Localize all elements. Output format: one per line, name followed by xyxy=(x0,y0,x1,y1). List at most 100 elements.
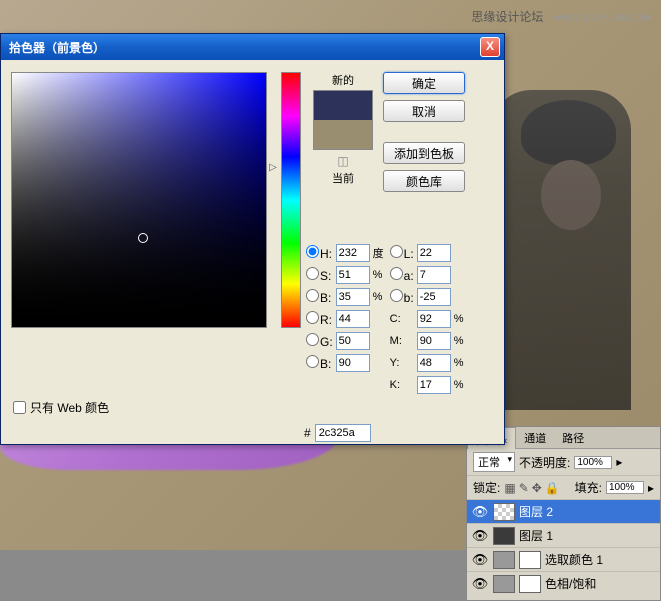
layer-item[interactable]: 👁 色相/饱和 xyxy=(467,572,660,595)
color-values-grid: H: 度 L: S: % a: B: % b: R: C: % G: M: % … xyxy=(306,244,468,394)
photo-person xyxy=(491,90,631,410)
layer-name: 图层 2 xyxy=(519,503,553,520)
r-radio[interactable] xyxy=(306,311,319,324)
m-input[interactable] xyxy=(417,332,451,350)
layer-thumb[interactable] xyxy=(493,527,515,545)
mask-thumb[interactable] xyxy=(519,575,541,593)
r-label[interactable]: R: xyxy=(306,311,333,327)
l-radio[interactable] xyxy=(390,245,403,258)
hue-marker-icon[interactable]: ▷ xyxy=(269,162,277,173)
b-lab-label[interactable]: b: xyxy=(390,289,414,305)
layer-name: 色相/饱和 xyxy=(545,575,596,592)
web-only-input[interactable] xyxy=(13,401,26,414)
fill-input[interactable] xyxy=(606,481,644,494)
b-rgb-input[interactable] xyxy=(336,354,370,372)
y-input[interactable] xyxy=(417,354,451,372)
mask-thumb[interactable] xyxy=(519,551,541,569)
add-swatch-button[interactable]: 添加到色板 xyxy=(383,142,465,164)
eye-icon[interactable]: 👁 xyxy=(471,552,489,568)
eye-icon[interactable]: 👁 xyxy=(471,504,489,520)
eye-icon[interactable]: 👁 xyxy=(471,576,489,592)
dialog-title: 拾色器（前景色） xyxy=(9,39,105,56)
watermark: 思缘设计论坛 WWW.MISSYUAN.COM xyxy=(471,8,651,25)
layers-panel: 图层× 通道 路径 正常 不透明度: ▸ 锁定: ▦ ✎ ✥ 🔒 填充: ▸ 👁… xyxy=(466,426,661,601)
lock-icons: ▦ ✎ ✥ 🔒 xyxy=(504,481,559,495)
layer-name: 选取颜色 1 xyxy=(545,551,603,568)
hex-input[interactable] xyxy=(315,424,371,442)
layer-thumb[interactable] xyxy=(493,503,515,521)
l-label[interactable]: L: xyxy=(390,245,414,261)
b-lab-radio[interactable] xyxy=(390,289,403,302)
layer-item[interactable]: 👁 选取颜色 1 xyxy=(467,548,660,572)
cube-icon[interactable]: ◫ xyxy=(337,154,348,168)
eye-icon[interactable]: 👁 xyxy=(471,528,489,544)
s-radio[interactable] xyxy=(306,267,319,280)
color-field-gradient xyxy=(12,73,266,327)
preview-current-color[interactable] xyxy=(314,120,372,149)
opacity-label: 不透明度: xyxy=(519,454,570,471)
lock-position-icon[interactable]: ✥ xyxy=(532,481,542,495)
color-preview xyxy=(313,90,373,150)
hue-slider[interactable] xyxy=(281,72,301,328)
layer-item[interactable]: 👁 图层 2 xyxy=(467,500,660,524)
lock-label: 锁定: xyxy=(473,479,500,496)
l-input[interactable] xyxy=(417,244,451,262)
b-lab-input[interactable] xyxy=(417,288,451,306)
s-input[interactable] xyxy=(336,266,370,284)
c-label: C: xyxy=(390,313,414,325)
close-button[interactable]: X xyxy=(480,37,500,57)
b-rgb-label[interactable]: B: xyxy=(306,355,333,371)
color-lib-button[interactable]: 颜色库 xyxy=(383,170,465,192)
chevron-right-icon[interactable]: ▸ xyxy=(648,481,654,495)
fill-label: 填充: xyxy=(575,479,602,496)
color-picker-cursor[interactable] xyxy=(138,233,148,243)
color-field[interactable] xyxy=(11,72,267,328)
layer-item[interactable]: 👁 图层 1 xyxy=(467,524,660,548)
a-radio[interactable] xyxy=(390,267,403,280)
lock-pixels-icon[interactable]: ✎ xyxy=(519,481,529,495)
k-label: K: xyxy=(390,379,414,391)
hue-marker-col: ▷ xyxy=(267,72,279,328)
opacity-input[interactable] xyxy=(574,456,612,469)
ok-button[interactable]: 确定 xyxy=(383,72,465,94)
adjustment-icon[interactable] xyxy=(493,575,515,593)
lock-transparent-icon[interactable]: ▦ xyxy=(504,481,515,495)
layer-list: 👁 图层 2 👁 图层 1 👁 选取颜色 1 👁 色相/饱和 xyxy=(467,500,660,595)
hex-row: # xyxy=(304,424,371,442)
m-label: M: xyxy=(390,335,414,347)
color-picker-dialog: 拾色器（前景色） X ▷ 新的 ◫ 当前 确定 取消 添加到色板 颜色库 xyxy=(0,33,505,445)
a-input[interactable] xyxy=(417,266,451,284)
adjustment-icon[interactable] xyxy=(493,551,515,569)
blend-mode-dropdown[interactable]: 正常 xyxy=(473,452,515,472)
tab-channels[interactable]: 通道 xyxy=(516,427,554,448)
g-radio[interactable] xyxy=(306,333,319,346)
lock-fill-row: 锁定: ▦ ✎ ✥ 🔒 填充: ▸ xyxy=(467,476,660,500)
watermark-url: WWW.MISSYUAN.COM xyxy=(553,13,651,23)
preview-current-label: 当前 xyxy=(332,170,354,186)
h-radio[interactable] xyxy=(306,245,319,258)
c-input[interactable] xyxy=(417,310,451,328)
tab-paths[interactable]: 路径 xyxy=(554,427,592,448)
titlebar[interactable]: 拾色器（前景色） X xyxy=(1,34,504,60)
s-label[interactable]: S: xyxy=(306,267,333,283)
blend-opacity-row: 正常 不透明度: ▸ xyxy=(467,449,660,476)
g-input[interactable] xyxy=(336,332,370,350)
b-rgb-radio[interactable] xyxy=(306,355,319,368)
h-label[interactable]: H: xyxy=(306,245,333,261)
chevron-right-icon[interactable]: ▸ xyxy=(616,455,622,469)
a-label[interactable]: a: xyxy=(390,267,414,283)
b-hsb-input[interactable] xyxy=(336,288,370,306)
b-hsb-label[interactable]: B: xyxy=(306,289,333,305)
preview-new-label: 新的 xyxy=(332,72,354,88)
b-hsb-radio[interactable] xyxy=(306,289,319,302)
cancel-button[interactable]: 取消 xyxy=(383,100,465,122)
layer-name: 图层 1 xyxy=(519,527,553,544)
web-only-checkbox[interactable]: 只有 Web 颜色 xyxy=(13,399,109,416)
g-label[interactable]: G: xyxy=(306,333,333,349)
r-input[interactable] xyxy=(336,310,370,328)
h-input[interactable] xyxy=(336,244,370,262)
lock-all-icon[interactable]: 🔒 xyxy=(545,481,560,495)
preview-new-color xyxy=(314,91,372,120)
k-input[interactable] xyxy=(417,376,451,394)
hex-label: # xyxy=(304,426,311,440)
